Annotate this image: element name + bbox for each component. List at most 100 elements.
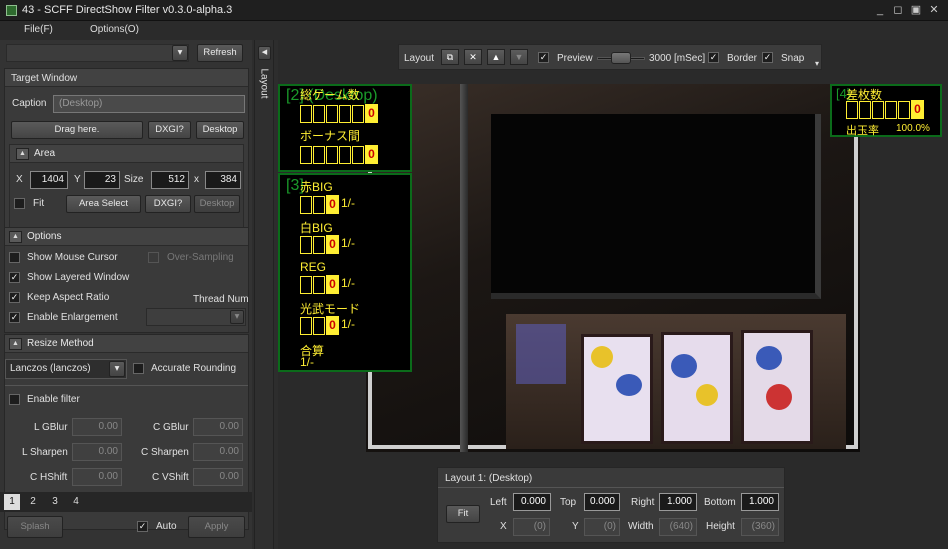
chevron-down-icon[interactable]: ▾	[230, 310, 244, 324]
y-field[interactable]: (0)	[584, 518, 620, 536]
red-big-label: 赤BIG	[300, 180, 333, 194]
area-width-field[interactable]: 512	[151, 171, 189, 189]
toolbar-overflow-icon[interactable]: ▾	[815, 59, 819, 68]
interval-slider-thumb[interactable]	[611, 52, 631, 64]
apply-button[interactable]: Apply	[188, 516, 245, 538]
size-label: Size	[124, 174, 144, 185]
payout-rate-value: 100.0%	[896, 123, 930, 134]
snap-checkbox[interactable]: ✓	[762, 52, 773, 63]
area-select-button[interactable]: Area Select	[66, 195, 141, 213]
keep-aspect-ratio-checkbox[interactable]: ✓	[9, 292, 20, 303]
koubu-mode-label: 光武モード	[300, 302, 361, 316]
drag-here-button[interactable]: Drag here.	[11, 121, 143, 139]
resize-method-header: Resize Method	[27, 338, 94, 349]
white-big-label: 白BIG	[300, 221, 333, 235]
layout-panel-title: Layout 1: (Desktop)	[445, 473, 533, 484]
layout-toolbar: Layout ⧉ ✕ ▲ ▼ ✓ Preview 3000 [mSec] ✓ B…	[398, 44, 822, 70]
dxgi-button[interactable]: DXGI?	[148, 121, 191, 139]
reg-label: REG	[300, 260, 327, 274]
remove-layout-icon[interactable]: ✕	[464, 49, 482, 65]
menu-file[interactable]: File(F)	[24, 24, 53, 35]
medal-diff-digits: 0	[846, 100, 924, 119]
enable-filter-label: Enable filter	[27, 394, 80, 405]
tab-2[interactable]: 2	[25, 494, 41, 510]
collapse-area-icon[interactable]: ▲	[16, 148, 29, 160]
x-field[interactable]: (0)	[513, 518, 550, 536]
show-layered-window-checkbox[interactable]: ✓	[9, 272, 20, 283]
preview-checkbox[interactable]: ✓	[538, 52, 549, 63]
bonus-interval-digits: 0	[300, 145, 378, 164]
splash-button[interactable]: Splash	[7, 516, 63, 538]
y-label: Y	[572, 521, 579, 532]
show-mouse-cursor-checkbox[interactable]	[9, 252, 20, 263]
resize-method-select[interactable]: Lanczos (lanczos) ▾	[5, 359, 127, 379]
width-field[interactable]: (640)	[659, 518, 697, 536]
c-gblur-field[interactable]: 0.00	[193, 418, 243, 436]
area-desktop-button[interactable]: Desktop	[194, 195, 240, 213]
add-layout-icon[interactable]: ⧉	[441, 49, 459, 65]
collapse-left-icon[interactable]: ◀	[258, 46, 271, 60]
minimize-button[interactable]: _	[872, 3, 888, 18]
move-up-icon[interactable]: ▲	[487, 49, 505, 65]
target-window-header: Target Window	[11, 73, 78, 84]
left-field[interactable]: 0.000	[513, 493, 551, 511]
l-gblur-field[interactable]: 0.00	[72, 418, 122, 436]
area-y-field[interactable]: 23	[84, 171, 120, 189]
layout-fit-button[interactable]: Fit	[446, 505, 480, 523]
l-sharpen-field[interactable]: 0.00	[72, 443, 122, 461]
preview-label: Preview	[557, 53, 593, 64]
tab-3[interactable]: 3	[47, 494, 63, 510]
koubu-mode-digits: 0 1/-	[300, 316, 355, 335]
show-mouse-cursor-label: Show Mouse Cursor	[27, 252, 118, 263]
tab-1[interactable]: 1	[4, 494, 20, 510]
height-field[interactable]: (360)	[741, 518, 779, 536]
refresh-button[interactable]: Refresh	[197, 44, 243, 62]
menu-options[interactable]: Options(O)	[90, 24, 139, 35]
area-x-field[interactable]: 1404	[30, 171, 68, 189]
layout-sidebar: ◀ Layout	[254, 40, 274, 549]
border-checkbox[interactable]: ✓	[708, 52, 719, 63]
overlay-total-games[interactable]: [2] (Desktop) 総ゲーム数 0 ボーナス間 0	[278, 84, 412, 172]
enable-enlargement-checkbox[interactable]: ✓	[9, 312, 20, 323]
c-sharpen-field[interactable]: 0.00	[193, 443, 243, 461]
window-title: 43 - SCFF DirectShow Filter v0.3.0-alpha…	[22, 4, 233, 16]
l-sharpen-label: L Sharpen	[22, 447, 68, 458]
bottom-field[interactable]: 1.000	[741, 493, 779, 511]
move-down-icon[interactable]: ▼	[510, 49, 528, 65]
auto-checkbox[interactable]: ✓	[137, 521, 148, 532]
top-field[interactable]: 0.000	[584, 493, 620, 511]
restore-button[interactable]: ◻	[890, 3, 906, 18]
area-y-label: Y	[74, 174, 81, 185]
fit-checkbox[interactable]	[14, 198, 25, 209]
left-label: Left	[490, 497, 507, 508]
thread-num-select[interactable]: ▾	[146, 308, 246, 326]
collapse-options-icon[interactable]: ▲	[9, 231, 22, 243]
c-gblur-label: C GBlur	[153, 422, 189, 433]
close-button[interactable]: ✕	[926, 3, 942, 18]
chevron-down-icon[interactable]: ▾	[109, 361, 125, 377]
maximize-button[interactable]: ▣	[908, 3, 924, 18]
c-vshift-field[interactable]: 0.00	[193, 468, 243, 486]
white-big-digits: 0 1/-	[300, 235, 355, 254]
accurate-rounding-checkbox[interactable]	[133, 363, 144, 374]
process-select[interactable]: ▾	[6, 44, 189, 62]
layout-panel: Layout 1: (Desktop) Fit Left 0.000 Top 0…	[437, 467, 785, 543]
overlay-bonus-stats[interactable]: [3] 赤BIG 0 1/- 白BIG 0 1/- REG 0 1/- 光武モード 0…	[278, 173, 412, 372]
desktop-button[interactable]: Desktop	[196, 121, 244, 139]
tab-4[interactable]: 4	[68, 494, 84, 510]
size-x-label: x	[194, 174, 199, 185]
collapse-resize-icon[interactable]: ▲	[9, 338, 22, 350]
area-dxgi-button[interactable]: DXGI?	[145, 195, 191, 213]
overlay-medal-diff[interactable]: [4] 差枚数 0 出玉率 100.0%	[830, 84, 942, 137]
show-layered-window-label: Show Layered Window	[27, 272, 130, 283]
right-field[interactable]: 1.000	[659, 493, 697, 511]
area-height-field[interactable]: 384	[205, 171, 241, 189]
caption-field[interactable]: (Desktop)	[53, 95, 245, 113]
over-sampling-checkbox[interactable]	[148, 252, 159, 263]
chevron-down-icon[interactable]: ▾	[172, 45, 188, 61]
c-hshift-field[interactable]: 0.00	[72, 468, 122, 486]
c-vshift-label: C VShift	[152, 472, 189, 483]
preview-image	[366, 84, 860, 452]
interval-label: 3000 [mSec]	[649, 53, 706, 64]
enable-filter-checkbox[interactable]	[9, 394, 20, 405]
